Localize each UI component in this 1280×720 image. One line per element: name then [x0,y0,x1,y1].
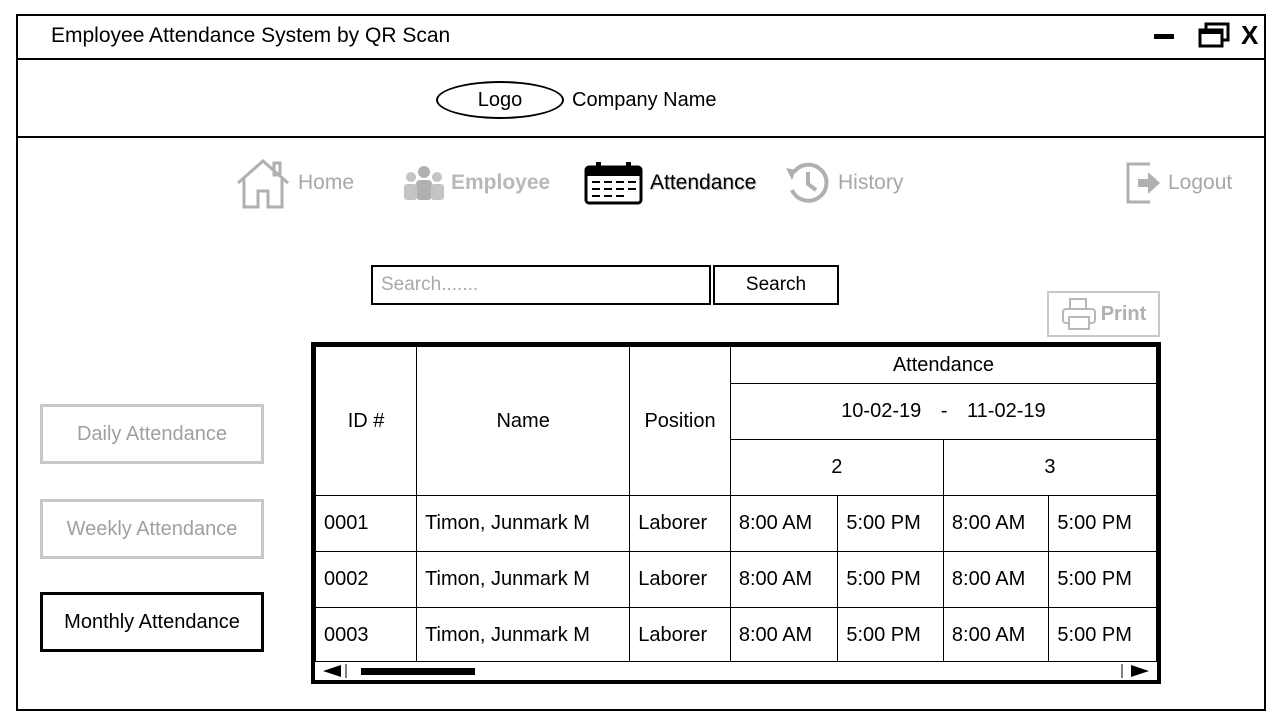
cell-time-out: 5:00 PM [837,607,944,664]
nav-employee[interactable]: Employee [403,158,550,208]
nav-logout[interactable]: Logout [1124,158,1232,208]
cell-time-in: 8:00 AM [729,607,839,664]
cell-time-out: 5:00 PM [837,495,944,552]
search-button[interactable]: Search [713,265,839,305]
print-button[interactable]: Print [1047,291,1160,337]
cell-time-out: 5:00 PM [837,551,944,608]
scroll-left-arrow-icon[interactable] [319,664,347,678]
history-icon [786,162,829,203]
search-input[interactable] [371,265,711,305]
table-row[interactable]: 0003 Timon, Junmark M Laborer 8:00 AM 5:… [315,607,1157,664]
home-icon [237,159,289,209]
nav-history[interactable]: History [784,158,903,208]
scrollbar-thumb[interactable] [361,668,475,675]
header-position: Position [629,346,731,496]
monthly-attendance-button[interactable]: Monthly Attendance [40,592,264,652]
day-header: 3 [942,439,1157,496]
restore-icon[interactable] [1198,22,1230,48]
daily-attendance-button[interactable]: Daily Attendance [40,404,264,464]
cell-position: Laborer [629,551,731,608]
header-name: Name [416,346,631,496]
cell-time-in: 8:00 AM [729,495,839,552]
title-bar: Employee Attendance System by QR Scan X [18,16,1264,60]
window-title: Employee Attendance System by QR Scan [51,24,451,47]
cell-time-out: 5:00 PM [1048,551,1157,608]
nav-employee-label: Employee [451,171,551,194]
cell-time-in: 8:00 AM [942,607,1050,664]
nav-attendance-label: Attendance [650,171,757,194]
date-range-end: 11-02-19 [967,400,1046,422]
calendar-icon [584,162,643,205]
table-row[interactable]: 0001 Timon, Junmark M Laborer 8:00 AM 5:… [315,495,1157,552]
employees-icon [404,166,444,200]
cell-time-in: 8:00 AM [942,495,1050,552]
printer-icon [1061,298,1096,330]
app-header: Logo Company Name [18,58,1264,138]
cell-time-in: 8:00 AM [729,551,839,608]
table-row[interactable]: 0002 Timon, Junmark M Laborer 8:00 AM 5:… [315,551,1157,608]
cell-time-out: 5:00 PM [1048,607,1157,664]
cell-id: 0001 [315,495,418,552]
attendance-table: ID # Name Position Attendance 10-02-19 -… [311,342,1161,684]
nav-logout-label: Logout [1168,171,1233,194]
nav-attendance[interactable]: Attendance [584,158,756,208]
minimize-icon[interactable] [1154,34,1174,40]
nav-home-label: Home [298,171,355,194]
cell-time-out: 5:00 PM [1048,495,1157,552]
print-label: Print [1100,302,1147,325]
close-icon[interactable]: X [1241,20,1258,51]
nav-home[interactable]: Home [234,158,355,209]
nav-history-label: History [838,171,904,194]
cell-name: Timon, Junmark M [416,551,631,608]
logo: Logo [436,81,564,119]
cell-id: 0002 [315,551,418,608]
logout-icon [1126,162,1160,204]
date-range-start: 10-02-19 [841,400,922,422]
day-header: 2 [729,439,944,496]
weekly-attendance-button[interactable]: Weekly Attendance [40,499,264,559]
company-name: Company Name [572,89,717,111]
cell-position: Laborer [629,607,731,664]
date-range: 10-02-19 - 11-02-19 [729,383,1157,440]
attendance-grid: ID # Name Position Attendance 10-02-19 -… [315,346,1157,664]
cell-position: Laborer [629,495,731,552]
cell-time-in: 8:00 AM [942,551,1050,608]
cell-id: 0003 [315,607,418,664]
date-range-separator: - [940,400,948,422]
header-attendance: Attendance [729,346,1157,384]
cell-name: Timon, Junmark M [416,607,631,664]
horizontal-scrollbar[interactable] [315,661,1157,680]
cell-name: Timon, Junmark M [416,495,631,552]
header-id: ID # [315,346,418,496]
scroll-right-arrow-icon[interactable] [1121,664,1153,678]
